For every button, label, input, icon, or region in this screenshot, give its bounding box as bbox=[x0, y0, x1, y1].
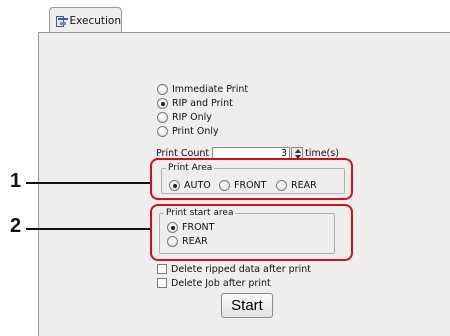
callout-number-1: 1 bbox=[10, 170, 22, 192]
radio-rip-only[interactable]: RIP Only bbox=[157, 111, 212, 124]
radio-rip-and-print[interactable]: RIP and Print bbox=[157, 97, 233, 110]
radio-label: RIP Only bbox=[172, 112, 212, 123]
radio-print-only[interactable]: Print Only bbox=[157, 125, 219, 138]
checkbox-box[interactable] bbox=[157, 278, 167, 288]
radio-button-print-only[interactable] bbox=[157, 126, 168, 137]
radio-label: REAR bbox=[291, 180, 317, 191]
radio-area-auto[interactable]: AUTO bbox=[169, 179, 211, 192]
radio-button-start-front[interactable] bbox=[167, 222, 178, 233]
checkbox-delete-ripped-data[interactable]: Delete ripped data after print bbox=[157, 263, 311, 275]
tab-bar: Execution bbox=[38, 0, 450, 34]
radio-area-rear[interactable]: REAR bbox=[276, 179, 317, 192]
checkbox-box[interactable] bbox=[157, 264, 167, 274]
radio-label: REAR bbox=[182, 236, 208, 247]
tab-execution[interactable]: Execution bbox=[49, 7, 122, 34]
radio-button-rear[interactable] bbox=[276, 180, 287, 191]
print-start-area-legend: Print start area bbox=[164, 208, 236, 218]
print-area-legend: Print Area bbox=[166, 163, 215, 173]
radio-label: AUTO bbox=[184, 180, 211, 191]
callout-number-2: 2 bbox=[10, 215, 22, 237]
print-count-label: Print Count bbox=[156, 147, 210, 159]
checkbox-delete-job[interactable]: Delete Job after print bbox=[157, 277, 271, 289]
callout-leader-line-1 bbox=[26, 182, 150, 184]
radio-label: RIP and Print bbox=[172, 98, 233, 109]
radio-start-rear[interactable]: REAR bbox=[167, 235, 208, 248]
radio-button-start-rear[interactable] bbox=[167, 236, 178, 247]
callout-leader-line-2 bbox=[26, 228, 150, 230]
radio-button-front[interactable] bbox=[219, 180, 230, 191]
radio-label: FRONT bbox=[182, 222, 215, 233]
radio-immediate-print[interactable]: Immediate Print bbox=[157, 83, 248, 96]
radio-button-rip-and-print[interactable] bbox=[157, 98, 168, 109]
start-button[interactable]: Start bbox=[221, 293, 273, 318]
radio-button-auto[interactable] bbox=[169, 180, 180, 191]
radio-label: FRONT bbox=[234, 180, 267, 191]
radio-start-front[interactable]: FRONT bbox=[167, 221, 214, 234]
execution-window-icon bbox=[56, 15, 69, 27]
radio-button-rip-only[interactable] bbox=[157, 112, 168, 123]
tab-execution-label: Execution bbox=[69, 15, 121, 27]
radio-label: Immediate Print bbox=[172, 84, 249, 95]
radio-area-front[interactable]: FRONT bbox=[219, 179, 266, 192]
radio-button-immediate-print[interactable] bbox=[157, 84, 168, 95]
checkbox-label: Delete Job after print bbox=[171, 277, 271, 289]
checkbox-label: Delete ripped data after print bbox=[171, 263, 311, 275]
radio-label: Print Only bbox=[172, 126, 219, 137]
print-count-unit: time(s) bbox=[305, 147, 339, 159]
